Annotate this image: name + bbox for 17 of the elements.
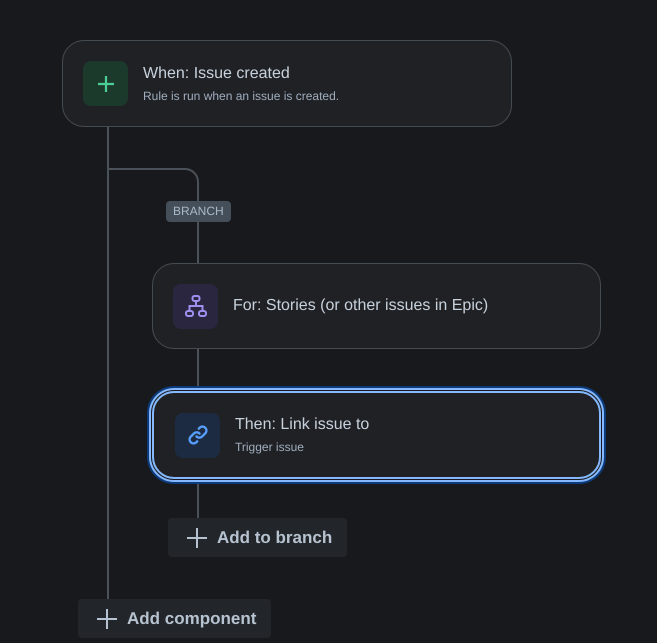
connector-line bbox=[197, 349, 199, 387]
plus-icon bbox=[187, 528, 207, 548]
branch-label: BRANCH bbox=[166, 201, 231, 222]
node-description: Trigger issue bbox=[235, 439, 305, 455]
connector-line bbox=[197, 483, 199, 518]
node-title: Then: Link issue to bbox=[235, 415, 370, 435]
link-icon bbox=[175, 412, 220, 458]
add-component-button[interactable]: Add component bbox=[78, 599, 272, 638]
trigger-card[interactable]: When: Issue created Rule is run when an issue is created. bbox=[62, 40, 512, 127]
hierarchy-icon bbox=[173, 284, 218, 328]
plus-icon bbox=[83, 61, 128, 106]
branch-card[interactable]: For: Stories (or other issues in Epic) bbox=[152, 263, 601, 349]
add-to-branch-button[interactable]: Add to branch bbox=[168, 518, 348, 557]
node-title: When: Issue created bbox=[143, 64, 291, 84]
node-title: For: Stories (or other issues in Epic) bbox=[233, 296, 488, 316]
plus-icon bbox=[97, 608, 117, 628]
node-description: Rule is run when an issue is created. bbox=[143, 88, 340, 104]
